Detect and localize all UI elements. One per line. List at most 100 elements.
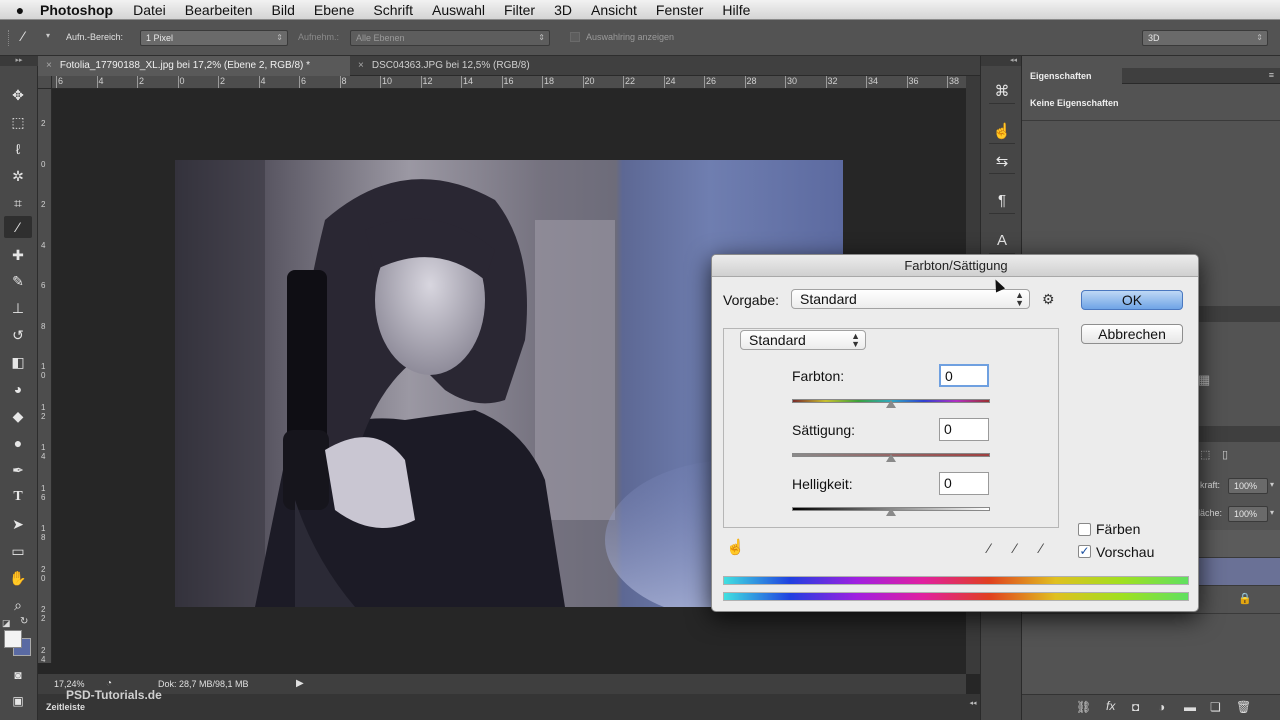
- tool-presets-panel-icon[interactable]: ☝: [989, 118, 1015, 144]
- menu-fenster[interactable]: Fenster: [656, 2, 703, 18]
- ruler-origin[interactable]: [38, 76, 52, 89]
- menu-ebene[interactable]: Ebene: [314, 2, 354, 18]
- preview-label[interactable]: Vorschau: [1096, 544, 1154, 560]
- strip-collapse-icon[interactable]: ◂◂: [981, 56, 1021, 66]
- history-brush-tool-icon[interactable]: ↺: [4, 324, 32, 346]
- character-panel-icon[interactable]: A: [989, 228, 1015, 254]
- hue-slider-thumb[interactable]: [886, 400, 896, 408]
- close-tab-icon[interactable]: ×: [358, 60, 364, 71]
- document-tab-active[interactable]: × Fotolia_17790188_XL.jpg bei 17,2% (Eben…: [38, 56, 350, 76]
- colorize-label[interactable]: Färben: [1096, 521, 1140, 537]
- cancel-button[interactable]: Abbrechen: [1081, 324, 1183, 344]
- menu-filter[interactable]: Filter: [504, 2, 535, 18]
- menu-bearbeiten[interactable]: Bearbeiten: [185, 2, 253, 18]
- horizontal-ruler[interactable]: 6 4 2 0 2 4 6 8 10 12 14 16 18 20 22 24 26 28 30 32 34 36 38: [38, 76, 966, 89]
- brush-tool-icon[interactable]: ✎: [4, 270, 32, 292]
- menu-schrift[interactable]: Schrift: [373, 2, 413, 18]
- new-layer-icon[interactable]: ❏: [1210, 700, 1221, 714]
- eyedropper-tool-icon[interactable]: ⁄: [4, 216, 32, 238]
- ok-button[interactable]: OK: [1081, 290, 1183, 310]
- path-selection-tool-icon[interactable]: ➤: [4, 513, 32, 535]
- lightness-input[interactable]: 0: [939, 472, 989, 495]
- trash-icon[interactable]: 🗑: [1236, 700, 1251, 714]
- layer-filter-icon[interactable]: ▯: [1222, 448, 1228, 461]
- toolbox-collapse-icon[interactable]: ▸▸: [0, 56, 38, 66]
- sample-size-select[interactable]: 1 Pixel ⇕: [140, 30, 288, 46]
- swap-colors-icon[interactable]: ↻: [20, 616, 28, 627]
- pen-tool-icon[interactable]: ✒: [4, 459, 32, 481]
- screen-mode-icon[interactable]: ▣: [4, 690, 32, 712]
- menu-3d[interactable]: 3D: [554, 2, 572, 18]
- magic-wand-tool-icon[interactable]: ✲: [4, 165, 32, 187]
- adjustments-panel-icon[interactable]: ⇆: [989, 148, 1015, 174]
- saturation-slider-thumb[interactable]: [886, 454, 896, 462]
- fill-field[interactable]: 100%: [1228, 506, 1268, 522]
- marquee-tool-icon[interactable]: ⬚: [4, 111, 32, 133]
- quick-mask-icon[interactable]: ◙: [4, 664, 32, 686]
- hand-tool-icon[interactable]: ✋: [4, 567, 32, 589]
- fill-arrow-icon[interactable]: ▾: [1270, 508, 1274, 517]
- rectangle-tool-icon[interactable]: ▭: [4, 540, 32, 562]
- status-menu-arrow-icon[interactable]: ▶: [296, 678, 304, 689]
- panel-menu-icon[interactable]: ≡: [1269, 70, 1274, 80]
- stamp-tool-icon[interactable]: ⊥: [4, 297, 32, 319]
- eyedropper-tool-icon[interactable]: ⁄: [22, 28, 24, 44]
- menu-bild[interactable]: Bild: [272, 2, 295, 18]
- healing-brush-tool-icon[interactable]: ✚: [4, 244, 32, 266]
- link-layers-icon[interactable]: ⛓: [1076, 700, 1091, 714]
- opacity-field[interactable]: 100%: [1228, 478, 1268, 494]
- add-mask-icon[interactable]: ◘: [1132, 700, 1139, 714]
- history-panel-icon[interactable]: ⌘: [989, 78, 1015, 104]
- crop-tool-icon[interactable]: ⌗: [4, 192, 32, 214]
- move-tool-icon[interactable]: ✥: [4, 84, 32, 106]
- hue-input[interactable]: 0: [939, 364, 989, 387]
- default-colors-icon[interactable]: ◪: [2, 618, 11, 629]
- panel-collapse-icon[interactable]: ◂◂: [966, 694, 980, 720]
- close-tab-icon[interactable]: ×: [46, 60, 52, 71]
- menu-datei[interactable]: Datei: [133, 2, 166, 18]
- lightness-slider-thumb[interactable]: [886, 508, 896, 516]
- eraser-tool-icon[interactable]: ◧: [4, 351, 32, 373]
- panel-divider: [1022, 120, 1280, 121]
- menu-app-name[interactable]: Photoshop: [40, 2, 113, 18]
- targeted-adjustment-hand-icon[interactable]: ☝: [726, 538, 745, 556]
- opacity-arrow-icon[interactable]: ▾: [1270, 480, 1274, 489]
- blur-tool-icon[interactable]: ◆: [4, 405, 32, 427]
- vertical-ruler[interactable]: 2 0 2 4 6 8 1 0 1 2 1 4 1 6 1 8 2 0 2 2 2 4: [38, 89, 52, 664]
- foreground-color-swatch[interactable]: [4, 630, 22, 648]
- menu-hilfe[interactable]: Hilfe: [722, 2, 750, 18]
- preset-options-gear-icon[interactable]: ⚙: [1042, 291, 1055, 308]
- menu-auswahl[interactable]: Auswahl: [432, 2, 485, 18]
- channel-select[interactable]: Standard ▲ ▼: [740, 330, 866, 350]
- eyedropper-plus-icon[interactable]: ⁄: [1014, 540, 1016, 556]
- lasso-tool-icon[interactable]: ℓ: [4, 138, 32, 160]
- preset-select[interactable]: Standard ▲ ▼: [791, 289, 1030, 309]
- preview-checkbox[interactable]: ✓: [1078, 545, 1091, 558]
- new-group-icon[interactable]: ▬: [1184, 700, 1196, 714]
- paint-bucket-tool-icon[interactable]: ◕: [4, 378, 32, 400]
- grip-handle[interactable]: [8, 30, 14, 46]
- document-tab[interactable]: × DSC04363.JPG bei 12,5% (RGB/8): [350, 56, 594, 76]
- sample-layers-select[interactable]: Alle Ebenen ⇕: [350, 30, 550, 46]
- workspace-select[interactable]: 3D ⇕: [1142, 30, 1268, 46]
- type-tool-icon[interactable]: T: [4, 486, 32, 508]
- timeline-label[interactable]: Zeitleiste: [46, 702, 85, 712]
- saturation-input[interactable]: 0: [939, 418, 989, 441]
- eyedropper-minus-icon[interactable]: ⁄: [1040, 540, 1042, 556]
- tool-preset-arrow-icon[interactable]: ▾: [46, 31, 50, 40]
- properties-tab[interactable]: Eigenschaften: [1022, 68, 1122, 84]
- layer-style-icon[interactable]: fx: [1106, 699, 1115, 713]
- menu-ansicht[interactable]: Ansicht: [591, 2, 637, 18]
- eyedropper-icon[interactable]: ⁄: [988, 540, 990, 556]
- dodge-tool-icon[interactable]: ●: [4, 432, 32, 454]
- dialog-title[interactable]: Farbton/Sättigung: [712, 255, 1198, 277]
- zoom-tool-icon[interactable]: ⌕: [4, 594, 32, 616]
- adjustment-layer-icon[interactable]: ◑: [1158, 700, 1165, 714]
- apple-icon[interactable]: ●: [0, 2, 40, 18]
- sample-ring-checkbox[interactable]: [570, 32, 580, 42]
- paragraph-panel-icon[interactable]: ¶: [989, 188, 1015, 214]
- grid-icon[interactable]: ▦: [1198, 372, 1210, 388]
- colorize-checkbox[interactable]: [1078, 523, 1091, 536]
- layer-filter-icon[interactable]: ⬚: [1200, 448, 1210, 461]
- ruler-tick: [299, 76, 300, 88]
